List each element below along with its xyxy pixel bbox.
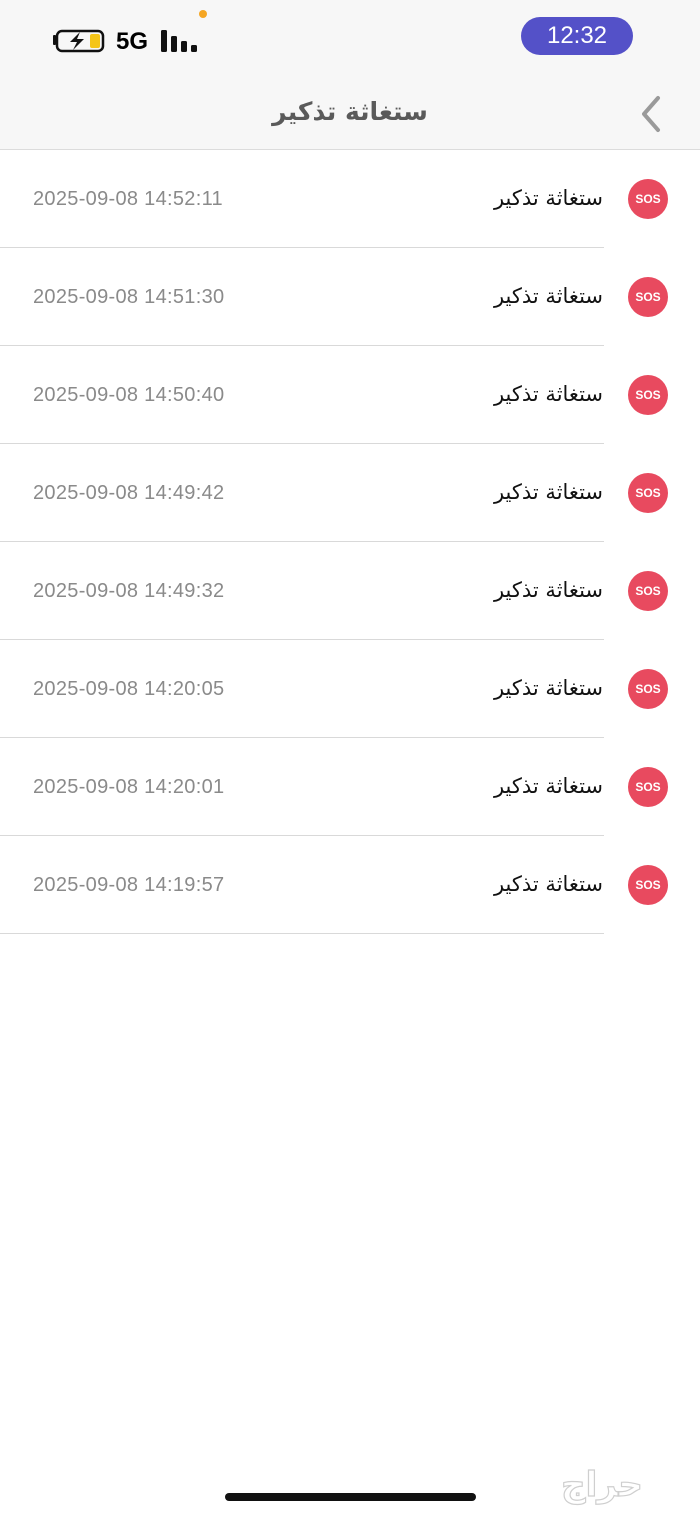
alert-label: ستغاثة تذكير	[493, 284, 603, 308]
alert-label: ستغاثة تذكير	[493, 676, 603, 700]
sos-icon: SOS	[628, 179, 668, 219]
row-divider	[0, 933, 604, 934]
alert-label: ستغاثة تذكير	[493, 480, 603, 504]
list-item[interactable]: 2025-09-08 14:52:11 ستغاثة تذكير SOS	[0, 150, 700, 248]
list-item[interactable]: 2025-09-08 14:20:05 ستغاثة تذكير SOS	[0, 640, 700, 738]
page-title: ستغاثة تذكير	[272, 97, 428, 126]
list-item[interactable]: 2025-09-08 14:19:57 ستغاثة تذكير SOS	[0, 836, 700, 934]
status-bar: 5G 12:32	[0, 0, 700, 82]
svg-text:حراج: حراج	[561, 1465, 643, 1505]
home-indicator[interactable]	[225, 1493, 476, 1501]
alert-label: ستغاثة تذكير	[493, 774, 603, 798]
battery-charging-icon	[53, 29, 105, 53]
alert-timestamp: 2025-09-08 14:50:40	[33, 384, 225, 406]
sos-icon: SOS	[628, 375, 668, 415]
list-item[interactable]: 2025-09-08 14:49:32 ستغاثة تذكير SOS	[0, 542, 700, 640]
alert-timestamp: 2025-09-08 14:19:57	[33, 874, 225, 896]
signal-strength-icon	[161, 30, 197, 52]
chevron-left-icon[interactable]	[632, 92, 672, 136]
sos-alert-list: 2025-09-08 14:52:11 ستغاثة تذكير SOS 202…	[0, 150, 700, 934]
status-clock: 12:32	[521, 17, 633, 55]
alert-label: ستغاثة تذكير	[493, 872, 603, 896]
list-item[interactable]: 2025-09-08 14:51:30 ستغاثة تذكير SOS	[0, 248, 700, 346]
alert-label: ستغاثة تذكير	[493, 382, 603, 406]
sos-icon: SOS	[628, 767, 668, 807]
haraj-watermark-logo: حراج	[560, 1464, 643, 1505]
alert-timestamp: 2025-09-08 14:51:30	[33, 286, 225, 308]
list-item[interactable]: 2025-09-08 14:49:42 ستغاثة تذكير SOS	[0, 444, 700, 542]
list-item[interactable]: 2025-09-08 14:50:40 ستغاثة تذكير SOS	[0, 346, 700, 444]
alert-timestamp: 2025-09-08 14:49:42	[33, 482, 225, 504]
alert-timestamp: 2025-09-08 14:20:05	[33, 678, 225, 700]
sos-icon: SOS	[628, 571, 668, 611]
alert-timestamp: 2025-09-08 14:52:11	[33, 188, 223, 210]
network-type: 5G	[116, 28, 149, 55]
privacy-indicator-dot	[199, 10, 207, 18]
alert-timestamp: 2025-09-08 14:20:01	[33, 776, 225, 798]
sos-icon: SOS	[628, 669, 668, 709]
sos-icon: SOS	[628, 473, 668, 513]
navigation-bar: ستغاثة تذكير	[0, 82, 700, 150]
alert-label: ستغاثة تذكير	[493, 186, 603, 210]
alert-label: ستغاثة تذكير	[493, 578, 603, 602]
alert-timestamp: 2025-09-08 14:49:32	[33, 580, 225, 602]
sos-icon: SOS	[628, 865, 668, 905]
list-item[interactable]: 2025-09-08 14:20:01 ستغاثة تذكير SOS	[0, 738, 700, 836]
sos-icon: SOS	[628, 277, 668, 317]
